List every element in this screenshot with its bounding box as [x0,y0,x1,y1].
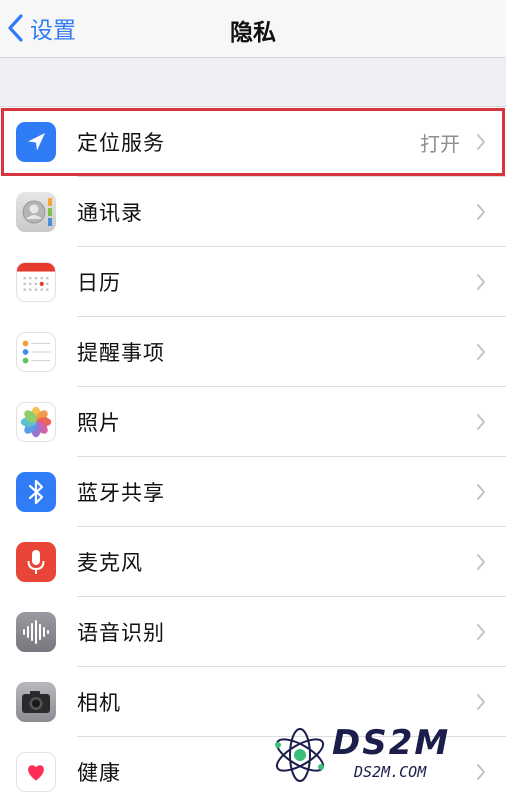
row-label: 提醒事项 [77,341,165,365]
row-label: 蓝牙共享 [77,481,165,505]
row-label: 语音识别 [77,621,165,645]
photos-icon [16,402,56,442]
watermark-logo-icon [275,728,325,782]
row-location-services[interactable]: 定位服务 打开 [0,107,506,177]
chevron-right-icon [477,414,485,430]
speech-waveform-icon [16,612,56,652]
row-label: 定位服务 [77,131,165,155]
row-photos[interactable]: 照片 [0,387,506,457]
page-title: 隐私 [230,20,276,46]
chevron-right-icon [477,134,485,150]
calendar-icon [16,262,56,302]
chevron-right-icon [477,554,485,570]
location-arrow-icon [16,122,56,162]
contacts-icon [16,192,56,232]
row-label: 通讯录 [77,201,143,225]
row-speech-recognition[interactable]: 语音识别 [0,597,506,667]
row-label: 日历 [77,271,121,295]
camera-icon [16,682,56,722]
watermark-title: DS2M [332,723,451,763]
row-label: 健康 [77,761,121,785]
chevron-right-icon [477,274,485,290]
row-reminders[interactable]: 提醒事项 [0,317,506,387]
row-contacts[interactable]: 通讯录 [0,177,506,247]
row-bluetooth-sharing[interactable]: 蓝牙共享 [0,457,506,527]
chevron-right-icon [477,204,485,220]
watermark-url: DS2M.COM [354,763,427,781]
row-label: 相机 [77,691,121,715]
chevron-right-icon [477,694,485,710]
microphone-icon [16,542,56,582]
privacy-settings-list: 定位服务 打开 通讯录 日历 提醒事项 照片 蓝牙共享 麦克风 语音识别 相机 … [0,106,506,807]
row-value: 打开 [420,131,460,156]
navigation-bar: 设置 隐私 [0,0,506,58]
heart-icon [16,752,56,792]
row-label: 照片 [77,411,121,435]
row-calendar[interactable]: 日历 [0,247,506,317]
watermark: DS2M DS2M.COM [268,723,496,787]
bluetooth-icon [16,472,56,512]
chevron-right-icon [477,484,485,500]
row-label: 麦克风 [77,551,143,575]
row-microphone[interactable]: 麦克风 [0,527,506,597]
reminders-icon [16,332,56,372]
chevron-right-icon [477,624,485,640]
chevron-right-icon [477,344,485,360]
